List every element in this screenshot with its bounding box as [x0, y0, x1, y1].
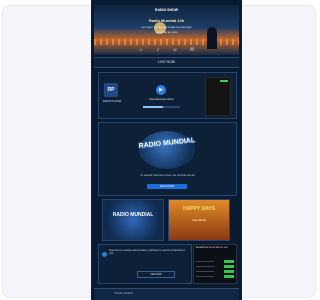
player-side-panel [205, 77, 231, 116]
station-logo: RP [104, 83, 118, 97]
stats-row [196, 270, 234, 273]
info-panel: Síguenos en nuestras redes sociales y pa… [98, 244, 192, 284]
website-screenshot: RADIO SHOW Radio Mundial 24h La mejor mú… [92, 0, 241, 300]
banner-title: Radio Mundial 24h [148, 18, 185, 23]
city-lights [94, 39, 239, 45]
footer-text: © Radio Mundial [114, 292, 133, 295]
banner-tagline: Escucha en vivo [155, 30, 178, 34]
banner-line-1: RADIO SHOW [154, 8, 179, 12]
stats-row [196, 275, 234, 278]
banner-icon-row: ⌂ ♪ ☺ ✉ [94, 48, 239, 53]
thumbnail-happy-title: HAPPY DAYS [183, 206, 215, 212]
stats-row [196, 260, 234, 263]
header-banner: RADIO SHOW Radio Mundial 24h La mejor mú… [94, 5, 239, 55]
info-icon [102, 252, 107, 257]
footer: © Radio Mundial [94, 288, 239, 300]
progress-bar[interactable] [143, 106, 180, 108]
thumbnail-happy-days[interactable]: HAPPY DAYS Live Show [168, 199, 230, 241]
home-icon[interactable]: ⌂ [139, 48, 144, 53]
music-icon[interactable]: ♪ [156, 48, 161, 53]
now-playing-text: Reproduciendo ahora [149, 98, 174, 101]
stats-panel: Estadísticas de la radio en vivo [193, 244, 237, 284]
mail-icon[interactable]: ✉ [190, 48, 195, 53]
thumbnail-radio-title: RADIO MUNDIAL [112, 212, 154, 218]
thumbnail-happy-sub: Live Show [192, 218, 206, 222]
person-icon[interactable]: ☺ [173, 48, 178, 53]
listen-button[interactable]: ESCUCHAR [147, 184, 187, 189]
radio-player: RP RADIO PLAYER ▶ Reproduciendo ahora [98, 72, 237, 119]
status-indicator [220, 80, 228, 82]
tab-label: LIVE NOW [157, 60, 176, 64]
banner-subtitle: La mejor música de todos los tiempos [141, 25, 192, 29]
play-button[interactable]: ▶ [156, 85, 166, 95]
station-name: RADIO PLAYER [102, 100, 122, 103]
hero-section: RADIO MUNDIAL Tu estación favorita en lí… [98, 122, 237, 196]
thumbnail-row: RADIO MUNDIAL HAPPY DAYS Live Show [98, 199, 235, 241]
stats-heading: Estadísticas de la radio en vivo [196, 247, 228, 249]
stats-row [196, 265, 234, 268]
info-text: Síguenos en nuestras redes sociales y pa… [109, 250, 186, 255]
hero-caption: Tu estación favorita en línea, las 24 ho… [140, 174, 195, 177]
thumbnail-radio[interactable]: RADIO MUNDIAL [102, 199, 164, 241]
section-tab-bar[interactable]: LIVE NOW [94, 57, 239, 68]
progress-fill [143, 106, 164, 108]
more-button[interactable]: VER MÁS [137, 271, 175, 278]
